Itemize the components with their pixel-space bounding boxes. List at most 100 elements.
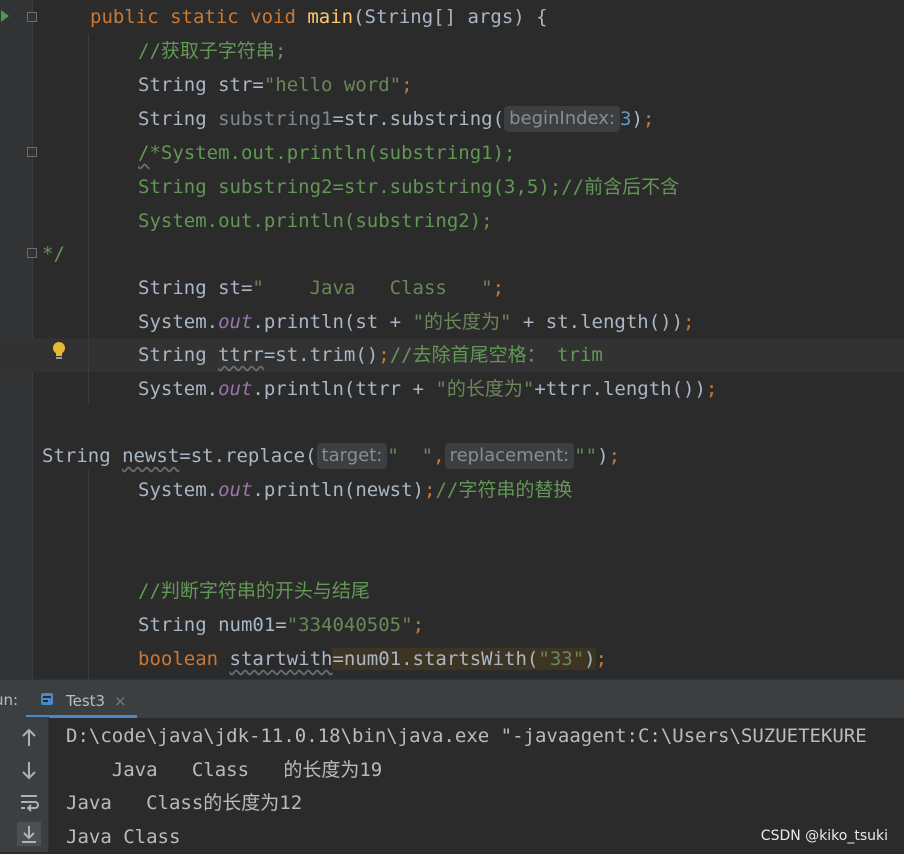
console-output-line: Java Class 的长度为19 — [66, 759, 383, 781]
method-name: main — [307, 6, 354, 28]
code-line-3[interactable]: String str="hello word"; — [138, 68, 413, 102]
code-line-10[interactable]: System.out.println(st + "的长度为" + st.leng… — [138, 305, 695, 339]
comment: //获取子字符串; — [138, 40, 287, 62]
soft-wrap-icon[interactable] — [16, 789, 42, 815]
variable-name: newst — [122, 445, 180, 467]
semicolon: ; — [401, 74, 413, 96]
comment: System.out.println(substring2); — [138, 210, 493, 232]
code-line-5[interactable]: /*System.out.println(substring1); — [138, 136, 516, 170]
code-text: String — [138, 108, 219, 130]
semicolon: ; — [492, 277, 505, 299]
semicolon: ; — [424, 479, 436, 501]
static-field: out — [218, 378, 253, 400]
variable-name: ttrr — [218, 344, 264, 366]
code-text: System. — [138, 378, 219, 400]
code-text: + st.length()) — [511, 311, 684, 333]
code-text: =str.substring( — [332, 108, 505, 130]
code-text: ) — [631, 108, 643, 130]
semicolon: ; — [705, 378, 718, 400]
string-literal: "" — [574, 445, 598, 467]
semicolon: ; — [642, 108, 655, 130]
code-text: System. — [138, 311, 219, 333]
string-literal: "334040505" — [286, 614, 413, 636]
number-literal: 3 — [620, 108, 632, 130]
keyword: public static void — [90, 6, 308, 28]
console-output-line: Java Class — [66, 826, 181, 848]
semicolon: ; — [378, 344, 390, 366]
arrow-up-icon[interactable] — [16, 725, 42, 751]
code-line-7[interactable]: System.out.println(substring2); — [138, 204, 493, 238]
code-line-16[interactable]: String num01="334040505"; — [138, 608, 424, 642]
semicolon: ; — [595, 648, 608, 670]
comma: , — [433, 445, 445, 467]
semicolon: ; — [683, 311, 695, 333]
fold-icon[interactable] — [27, 248, 37, 258]
arrow-down-icon[interactable] — [16, 757, 42, 783]
code-line-2[interactable]: //获取子字符串; — [138, 34, 286, 68]
lightbulb-icon[interactable] — [52, 341, 66, 361]
static-field: out — [218, 311, 253, 333]
code-text: (String[] args) { — [353, 6, 548, 28]
unused-variable: substring1 — [218, 108, 333, 130]
comment: //判断字符串的开头与结尾 — [138, 580, 370, 602]
comment: / — [138, 142, 150, 164]
code-line-12[interactable]: System.out.println(ttrr + "的长度为"+ttrr.le… — [138, 372, 717, 406]
run-tab-icon — [41, 693, 53, 705]
run-panel: un: Test3 × D:\code\java\jdk-11.0.18\bin… — [0, 679, 904, 852]
code-text: +ttrr.length()) — [534, 378, 706, 400]
code-line-15[interactable]: //判断字符串的开头与结尾 — [138, 574, 370, 608]
run-panel-title: un: — [0, 691, 19, 709]
code-line-6[interactable]: String substring2=str.substring(3,5);//前… — [138, 170, 679, 204]
code-line-9[interactable]: String st=" Java Class "; — [138, 271, 504, 305]
string-literal: "的长度为" — [412, 311, 512, 333]
code-line-4[interactable]: String substring1=str.substring(beginInd… — [138, 102, 654, 136]
string-literal: "的长度为" — [435, 378, 535, 400]
string-literal: " Java Class " — [252, 277, 493, 299]
run-arrow-icon[interactable] — [1, 10, 9, 22]
parameter-hint: replacement: — [444, 443, 575, 469]
parameter-hint: target: — [316, 443, 388, 469]
fold-icon[interactable] — [27, 147, 37, 157]
code-line-13[interactable]: String newst=st.replace(target: " ", repla… — [42, 439, 620, 473]
code-text: String — [42, 445, 123, 467]
variable-name: startwith — [229, 648, 333, 670]
semicolon: ; — [412, 614, 425, 636]
code-line-8[interactable]: */ — [42, 237, 65, 271]
code-text: String st= — [138, 277, 253, 299]
comment: *System.out.println(substring1); — [149, 142, 516, 164]
code-line-17[interactable]: boolean startwith=num01.startsWith("33")… — [138, 642, 607, 676]
code-text: .println(st + — [252, 311, 413, 333]
semicolon: ; — [608, 445, 621, 467]
string-literal: "hello word" — [263, 74, 402, 96]
code-text: =num01.startsWith( — [332, 648, 539, 670]
code-text: String num01= — [138, 614, 287, 636]
console-output-line: D:\code\java\jdk-11.0.18\bin\java.exe "-… — [66, 725, 867, 747]
code-text: ) — [584, 648, 596, 670]
code-line-14[interactable]: System.out.println(newst);//字符串的替换 — [138, 473, 572, 507]
fold-icon[interactable] — [27, 12, 37, 22]
parameter-hint: beginIndex: — [504, 106, 621, 132]
code-line-11[interactable]: String ttrr=st.trim();//去除首尾空格： trim — [138, 338, 603, 372]
code-editor[interactable]: public static void main(String[] args) {… — [0, 0, 904, 679]
tab-test3[interactable]: Test3 × — [26, 680, 137, 718]
code-text: .println(newst) — [252, 479, 424, 501]
comment: */ — [42, 243, 65, 265]
scroll-to-end-icon[interactable] — [16, 821, 42, 847]
run-panel-header: un: Test3 × — [0, 679, 904, 718]
console-output-line: Java Class的长度为12 — [66, 792, 303, 814]
code-text: String — [138, 344, 219, 366]
comment: String substring2=str.substring(3,5);//前… — [138, 176, 680, 198]
comment: //去除首尾空格： trim — [389, 344, 603, 366]
indent-guide — [88, 470, 89, 679]
string-literal: "33" — [538, 648, 585, 670]
keyword: boolean — [138, 648, 230, 670]
code-text: =st.replace( — [179, 445, 317, 467]
code-text: .println(ttrr + — [252, 378, 436, 400]
watermark: CSDN @kiko_tsuki — [760, 828, 888, 844]
code-line-1[interactable]: public static void main(String[] args) { — [90, 0, 548, 34]
indent-guide — [88, 34, 89, 404]
comment: //字符串的替换 — [435, 479, 573, 501]
code-text: System. — [138, 479, 219, 501]
code-text: =st.trim() — [263, 344, 379, 366]
code-text: ) — [597, 445, 609, 467]
